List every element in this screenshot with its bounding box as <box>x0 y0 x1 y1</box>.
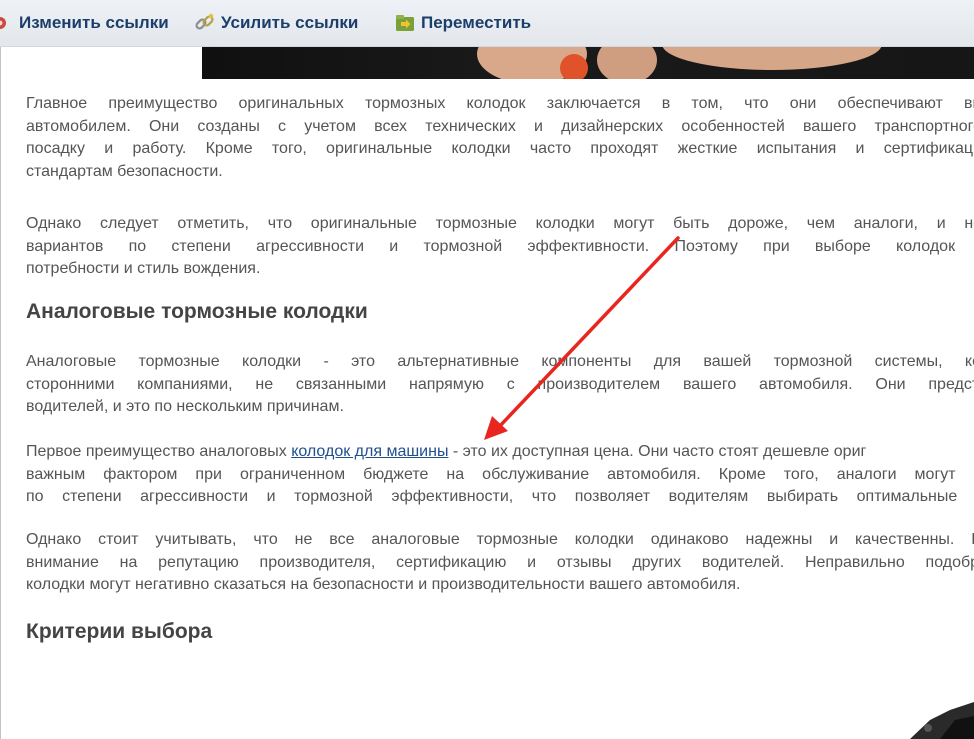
chain-link-icon <box>194 12 216 34</box>
heading-analog-pads: Аналоговые тормозные колодки <box>26 300 368 323</box>
article-photo-top <box>202 46 974 79</box>
paragraph-analog-intro: Аналоговые тормозные колодки - это альте… <box>26 351 974 419</box>
link-edit-icon <box>0 12 14 34</box>
move-button[interactable]: Переместить <box>394 10 531 36</box>
text-line: Главное преимущество оригинальных тормоз… <box>26 95 974 112</box>
paragraph-analog-price: Первое преимущество аналоговых колодок д… <box>26 441 974 509</box>
page: Изменить ссылки Усилить ссылки Перемести… <box>0 0 974 739</box>
editor-toolbar: Изменить ссылки Усилить ссылки Перемести… <box>0 0 974 47</box>
text-segment: - это их доступная цена. Они часто стоят… <box>448 443 867 460</box>
annotation-arrow-head <box>484 416 508 440</box>
folder-move-icon <box>394 12 416 34</box>
text-line: колодки могут негативно сказаться на без… <box>26 576 741 593</box>
text-line: Аналоговые тормозные колодки - это альте… <box>26 353 974 370</box>
paragraph-original-advantages: Главное преимущество оригинальных тормоз… <box>26 93 974 183</box>
text-line: потребности и стиль вождения. <box>26 260 261 277</box>
edit-links-label: Изменить ссылки <box>19 13 169 32</box>
move-label: Переместить <box>421 13 532 32</box>
paragraph-original-cost: Однако следует отметить, что оригинальны… <box>26 213 974 281</box>
text-line: по степени агрессивности и тормозной эфф… <box>26 488 974 505</box>
text-line: автомобилем. Они созданы с учетом всех т… <box>26 117 974 135</box>
text-line: Однако следует отметить, что оригинальны… <box>26 215 974 232</box>
page-left-border <box>0 46 1 739</box>
text-line: сторонними компаниями, не связанными нап… <box>26 375 974 393</box>
boost-links-button[interactable]: Усилить ссылки <box>194 10 358 36</box>
edit-links-button[interactable]: Изменить ссылки <box>0 10 169 36</box>
text-line: стандартам безопасности. <box>26 162 223 180</box>
text-segment: Первое преимущество аналоговых <box>26 443 292 460</box>
text-line: Однако стоит учитывать, что не все анало… <box>26 531 974 548</box>
brake-pads-link[interactable]: колодок для машины <box>291 443 448 460</box>
text-line: внимание на репутацию производителя, сер… <box>26 553 974 571</box>
text-line: важным фактором при ограниченном бюджете… <box>26 465 974 483</box>
text-line: Первое преимущество аналоговых колодок д… <box>26 441 974 464</box>
paragraph-analog-quality: Однако стоит учитывать, что не все анало… <box>26 529 974 597</box>
text-line: посадку и работу. Кроме того, оригинальн… <box>26 140 974 157</box>
text-line: вариантов по степени агрессивности и тор… <box>26 237 974 255</box>
article-photo-bottom <box>870 690 974 739</box>
boost-links-label: Усилить ссылки <box>221 13 359 32</box>
heading-selection-criteria: Критерии выбора <box>26 620 213 643</box>
text-line: водителей, и это по нескольким причинам. <box>26 398 344 415</box>
